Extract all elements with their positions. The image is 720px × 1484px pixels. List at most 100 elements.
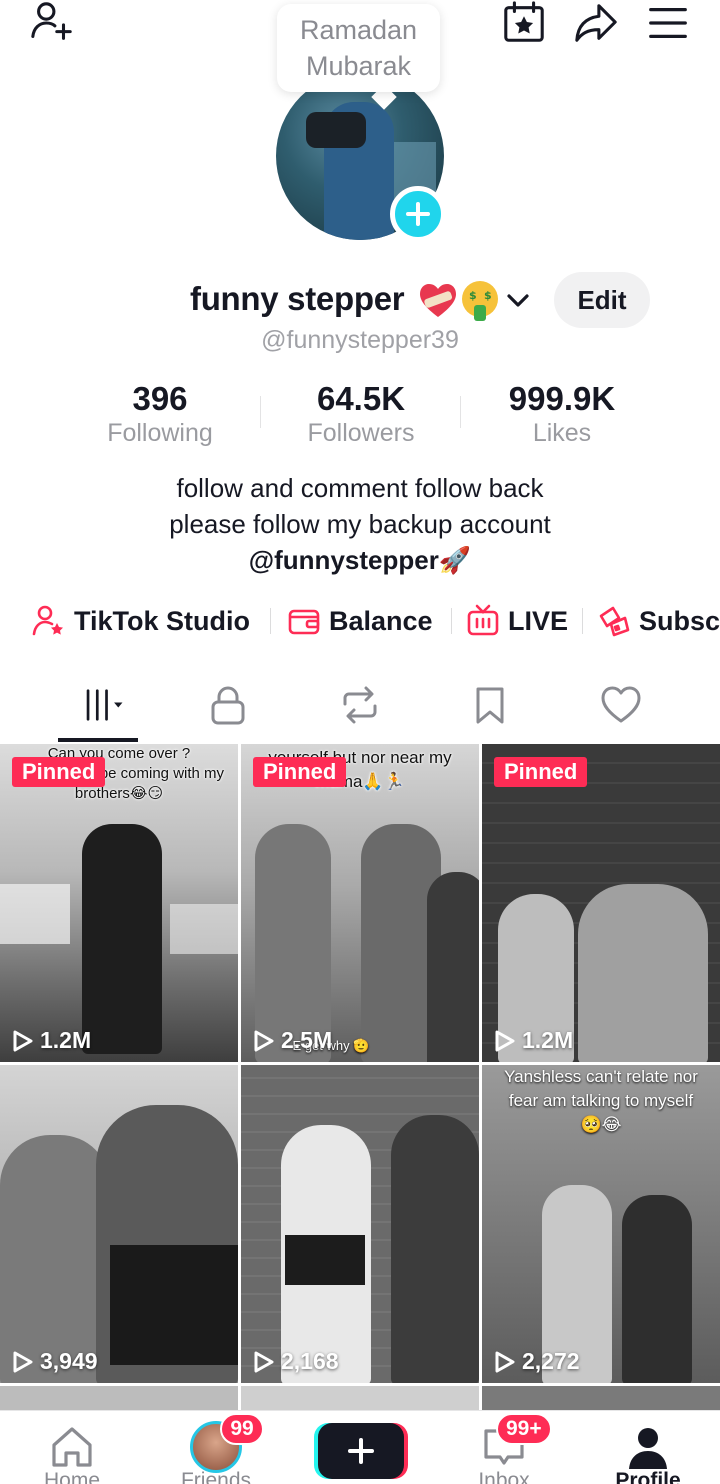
play-icon [13,1030,33,1051]
repost-icon [343,686,377,724]
nav-inbox[interactable]: 99+ Inbox [432,1411,576,1484]
video-thumbnail[interactable]: Pinned 1.2M [482,744,720,1062]
video-thumbnail[interactable]: yourself but nor near my mama🙏🏃 E get wh… [241,744,479,1062]
notification-badge: 99+ [496,1413,552,1445]
video-thumbnail[interactable]: 2,168 [241,1065,479,1383]
add-friend-icon[interactable] [27,0,77,46]
popup-line-1: Ramadan [299,15,418,45]
plus-icon [406,202,430,226]
view-count: 3,949 [12,1348,98,1375]
video-thumbnail[interactable] [241,1386,479,1410]
stat-likes[interactable]: 999.9K Likes [462,380,662,448]
view-count-value: 3,949 [40,1348,98,1374]
edit-profile-button[interactable]: Edit [554,272,650,328]
active-tab-indicator [58,738,138,742]
pinned-badge: Pinned [12,757,106,787]
name-row: funny stepper $ $ Edit [0,272,720,328]
wallet-icon [288,609,320,635]
stat-value: 396 [132,380,188,417]
video-thumbnail[interactable] [0,1386,238,1410]
profile-icon [622,1421,674,1473]
view-count: 2,168 [253,1348,339,1375]
tab-favorites[interactable] [430,672,550,738]
divider [460,396,461,428]
add-story-button[interactable] [390,186,446,242]
stat-label: Following [107,419,213,447]
play-icon [254,1351,274,1372]
video-thumbnail[interactable]: Can you come over ? yes but I will be co… [0,744,238,1062]
stat-following[interactable]: 396 Following [60,380,260,448]
calendar-star-icon[interactable] [499,0,549,46]
video-thumbnail[interactable]: Yanshless can't relate nor fear am talki… [482,1065,720,1383]
stat-label: Followers [307,419,415,447]
heart-with-bandage-emoji [420,284,456,317]
view-count: 2,272 [494,1348,580,1375]
tab-liked[interactable] [561,672,681,738]
tab-reposts[interactable] [300,672,420,738]
tab-private[interactable] [168,672,288,738]
subscription-icon [599,606,630,637]
play-icon [495,1030,515,1051]
profile-bio: follow and comment follow back please fo… [0,470,720,578]
nav-label: Friends [180,1469,252,1484]
subscription-link[interactable]: Subsc [597,596,720,646]
nav-label: Profile [615,1469,681,1484]
video-thumbnail[interactable]: 3,949 [0,1065,238,1383]
chevron-down-icon[interactable] [504,286,532,314]
username-handle: @funnystepper39 [261,326,459,354]
play-icon [254,1030,274,1051]
home-icon [46,1421,98,1473]
create-button[interactable] [318,1423,404,1479]
stat-followers[interactable]: 64.5K Followers [261,380,461,448]
live-tv-icon [467,604,499,636]
divider [270,608,271,634]
view-count-value: 1.2M [522,1027,574,1053]
nav-profile[interactable]: Profile [576,1411,720,1484]
view-count-value: 2,272 [522,1348,580,1374]
svg-text:$: $ [469,289,477,302]
money-mouth-face-emoji: $ $ [462,281,498,321]
quick-link-label: LIVE [508,605,569,636]
bio-mention-link[interactable]: @funnystepper🚀 [0,542,720,578]
nav-label: Home [43,1469,101,1484]
share-icon[interactable] [571,0,621,46]
grid-icon [86,689,123,721]
live-link[interactable]: LIVE [466,596,568,646]
play-icon [13,1351,33,1372]
stat-value: 999.9K [508,380,616,417]
view-count-value: 2,168 [281,1348,339,1374]
nav-label: Inbox [478,1469,530,1484]
view-count-value: 1.2M [40,1027,92,1053]
divider [582,608,583,634]
nav-home[interactable]: Home [0,1411,144,1484]
tab-videos[interactable] [44,672,164,738]
popup-line-2: Mubarak [305,51,412,81]
creator-icon [32,605,63,636]
video-thumbnail[interactable] [482,1386,720,1410]
ramadan-popup[interactable]: Ramadan Mubarak [277,4,440,92]
bio-line-2: please follow my backup account [169,509,551,539]
bottom-navigation: Home 99 Friends 99+ Inbox Profile [0,1410,720,1484]
stat-label: Likes [532,419,592,447]
plus-icon [348,1438,374,1464]
display-name: funny stepper [190,280,405,317]
pinned-badge: Pinned [253,757,347,787]
stat-value: 64.5K [316,380,406,417]
heart-icon [601,686,641,723]
pinned-badge: Pinned [494,757,588,787]
balance-link[interactable]: Balance [287,596,433,646]
quick-link-label: Balance [329,605,433,636]
lock-icon [211,686,245,725]
svg-text:$: $ [484,289,492,302]
view-count: 1.2M [494,1027,573,1054]
quick-link-label: TikTok Studio [74,605,251,636]
bio-line-1: follow and comment follow back [176,473,544,503]
nav-friends[interactable]: 99 Friends [144,1411,288,1484]
tiktok-studio-link[interactable]: TikTok Studio [32,596,250,646]
quick-link-label: Subsc [639,605,720,636]
menu-icon[interactable] [643,0,693,46]
divider [451,608,452,634]
view-count-value: 2.5M [281,1027,333,1053]
notification-badge: 99 [220,1413,264,1445]
profile-stats: 396 Following 64.5K Followers 999.9K Lik… [60,380,660,450]
